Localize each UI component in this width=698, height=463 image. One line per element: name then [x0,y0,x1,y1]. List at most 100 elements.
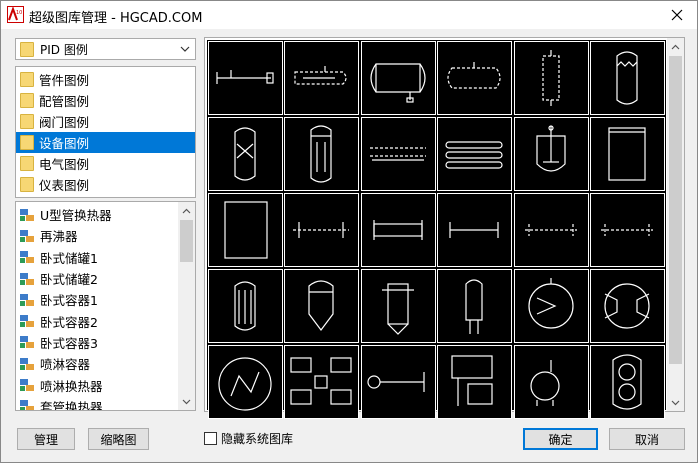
symbol-thumbnail[interactable] [208,345,283,419]
symbol-thumbnail[interactable] [208,269,283,343]
tube-bundle-icon [234,281,256,331]
item-list-scrollbar[interactable] [178,202,195,410]
pump-casing-icon [612,354,642,410]
close-button[interactable] [657,1,697,29]
symbol-block-icon [20,293,34,306]
scroll-down-arrow[interactable] [667,394,684,411]
symbol-thumbnail[interactable] [361,41,436,115]
hide-system-library-checkbox[interactable]: 隐藏系统图库 [204,430,293,447]
pump-instrument-icon [367,372,425,392]
symbol-thumbnail[interactable] [590,117,665,191]
symbol-thumbnail[interactable] [208,41,283,115]
symbol-thumbnail[interactable] [437,41,512,115]
list-item[interactable]: 喷淋换热器 [16,374,178,395]
folder-icon [20,41,34,57]
symbol-thumbnail[interactable] [284,193,359,267]
cancel-button[interactable]: 取消 [609,428,685,450]
symbol-thumbnail[interactable] [284,269,359,343]
symbol-thumbnail[interactable] [590,41,665,115]
list-item[interactable]: 卧式储罐2 [16,268,178,289]
spray-vessel-icon [310,125,332,183]
list-item[interactable]: 卧式容器1 [16,289,178,310]
category-item-equipment[interactable]: 设备图例 [16,132,195,153]
symbol-block-icon [20,229,34,242]
category-item-pipe-fittings[interactable]: 管件图例 [16,69,195,90]
symbol-thumbnail[interactable] [514,41,589,115]
preview-scrollbar[interactable] [667,38,684,411]
scroll-down-arrow[interactable] [178,393,195,410]
symbol-thumbnail[interactable] [208,117,283,191]
symbol-thumbnail[interactable] [514,117,589,191]
vertical-vessel-icon [234,127,256,181]
list-item-label: 卧式储罐2 [40,272,98,288]
thumbnail-button[interactable]: 缩略图 [88,428,149,450]
symbol-thumbnail[interactable] [284,345,359,419]
category-item-instruments[interactable]: 仪表图例 [16,174,195,195]
folder-icon [20,135,34,150]
category-item-valves[interactable]: 阀门图例 [16,111,195,132]
piston-pump-icon [451,355,493,406]
heat-exchanger-icon [218,357,272,411]
list-item[interactable]: 套管换热器 [16,396,178,411]
checkbox-box[interactable] [204,432,217,445]
pipe-segment-4-icon [525,224,577,236]
symbol-thumbnail[interactable] [361,117,436,191]
symbol-thumbnail[interactable] [514,345,589,419]
category-label: 电气图例 [39,157,90,172]
vertical-tank-icon [608,127,646,181]
list-item-label: 喷淋容器 [40,357,91,373]
close-icon [671,9,683,21]
list-item-label: 套管换热器 [40,399,103,411]
heat-exchanger-circle-icon [528,278,574,329]
symbol-thumbnail[interactable] [208,193,283,267]
symbol-block-icon [20,251,34,264]
double-pipe-exchanger-icon [445,141,503,169]
symbol-block-icon [20,336,34,349]
scroll-thumb[interactable] [180,220,193,262]
horizontal-tank-2-icon [447,62,501,89]
list-item[interactable]: 再沸器 [16,225,178,246]
symbol-thumbnail[interactable] [514,269,589,343]
symbol-thumbnail[interactable] [437,269,512,343]
symbol-thumbnail[interactable] [437,117,512,191]
symbol-thumbnail[interactable] [590,345,665,419]
list-item[interactable]: 喷淋容器 [16,353,178,374]
pipe-segment-3-icon [449,222,499,238]
symbol-thumbnail[interactable] [590,193,665,267]
list-item-label: 卧式储罐1 [40,250,98,266]
pipe-segment-1-icon [293,222,349,238]
category-item-piping[interactable]: 配管图例 [16,90,195,111]
category-item-electrical[interactable]: 电气图例 [16,153,195,174]
symbol-thumbnail[interactable] [437,193,512,267]
symbol-thumbnail[interactable] [361,193,436,267]
dryer-icon [465,279,483,334]
chevron-down-icon [180,46,190,52]
symbol-block-icon [20,272,34,285]
list-item[interactable]: 卧式容器3 [16,332,178,353]
ok-button[interactable]: 确定 [523,428,598,450]
list-item[interactable]: 卧式容器2 [16,310,178,331]
symbol-thumbnail[interactable] [437,345,512,419]
symbol-thumbnail[interactable] [514,193,589,267]
list-item-label: U型管换热器 [40,208,112,224]
symbol-thumbnail[interactable] [590,269,665,343]
manage-button[interactable]: 管理 [17,428,75,450]
list-item[interactable]: U型管换热器 [16,204,178,225]
folder-icon [20,114,34,129]
folder-icon [20,93,34,108]
scroll-thumb[interactable] [669,56,682,364]
symbol-thumbnail[interactable] [361,269,436,343]
hide-system-library-label: 隐藏系统图库 [221,432,294,446]
symbol-thumbnail[interactable] [284,41,359,115]
dialog-window: 10 超级图库管理 - HGCAD.COM PID 图例 管件图例 配管图例 阀… [0,0,698,463]
title-bar: 10 超级图库管理 - HGCAD.COM [1,1,697,29]
spray-exchanger-icon [370,147,426,161]
drum-icon [530,360,560,406]
list-item[interactable]: 卧式储罐1 [16,247,178,268]
symbol-thumbnail[interactable] [284,117,359,191]
library-select[interactable]: PID 图例 [15,38,196,60]
symbol-thumbnail[interactable] [361,345,436,419]
scroll-up-arrow[interactable] [178,202,195,219]
scroll-up-arrow[interactable] [667,38,684,55]
list-item-label: 卧式容器2 [40,314,98,330]
